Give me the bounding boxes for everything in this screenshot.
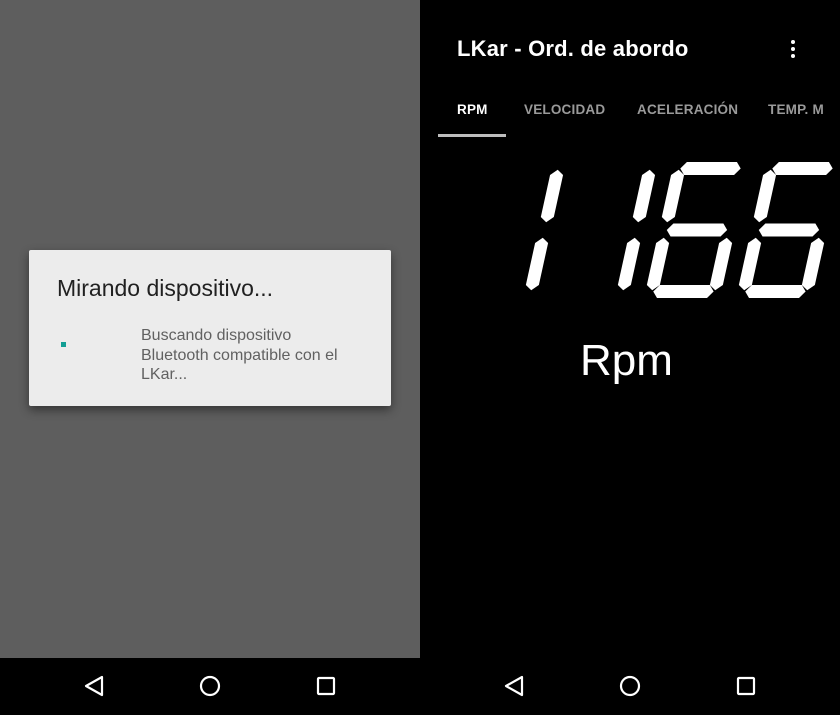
rpm-digit <box>646 162 741 298</box>
progress-spinner-icon <box>61 342 66 347</box>
tab-velocidad[interactable]: VELOCIDAD <box>524 102 605 117</box>
rpm-digit <box>617 169 656 291</box>
recents-icon[interactable] <box>314 674 338 698</box>
segment-d <box>653 285 714 298</box>
segment-c <box>617 237 641 291</box>
tab-indicator <box>438 134 506 137</box>
tab-rpm[interactable]: RPM <box>457 102 488 117</box>
tab-temp[interactable]: TEMP. M <box>768 102 824 117</box>
segment-f <box>661 169 685 223</box>
dialog-message: Buscando dispositivo Bluetooth compatibl… <box>141 327 338 383</box>
segment-g <box>758 223 820 237</box>
navigation-bar-right <box>420 658 840 715</box>
segment-b <box>540 169 564 223</box>
back-icon[interactable] <box>502 674 526 698</box>
dialog-title: Mirando dispositivo... <box>57 275 274 301</box>
rpm-digit <box>525 169 564 291</box>
segment-a <box>680 162 741 175</box>
back-icon[interactable] <box>82 674 106 698</box>
tab-bar: RPM VELOCIDAD ACELERACIÓN TEMP. M <box>420 88 840 138</box>
segment-d <box>745 285 806 298</box>
rpm-unit-label: Rpm <box>580 336 673 385</box>
right-screen: LKar - Ord. de abordo RPM VELOCIDAD ACEL… <box>420 0 840 715</box>
left-screen: Mirando dispositivo... Buscando disposit… <box>0 0 420 715</box>
rpm-value-display <box>525 162 833 298</box>
searching-dialog: Mirando dispositivo... Buscando disposit… <box>29 250 391 406</box>
home-icon[interactable] <box>198 674 222 698</box>
segment-e <box>646 237 670 291</box>
recents-icon[interactable] <box>734 674 758 698</box>
segment-c <box>801 237 825 291</box>
segment-b <box>632 169 656 223</box>
home-icon[interactable] <box>618 674 642 698</box>
segment-c <box>525 237 549 291</box>
tab-aceleracion[interactable]: ACELERACIÓN <box>637 102 738 117</box>
rpm-digit <box>738 162 833 298</box>
app-title: LKar - Ord. de abordo <box>457 36 689 61</box>
segment-e <box>738 237 762 291</box>
navigation-bar-left <box>0 658 420 715</box>
segment-a <box>772 162 833 175</box>
segment-f <box>753 169 777 223</box>
segment-c <box>709 237 733 291</box>
segment-g <box>666 223 728 237</box>
overflow-menu-icon[interactable] <box>782 36 804 62</box>
